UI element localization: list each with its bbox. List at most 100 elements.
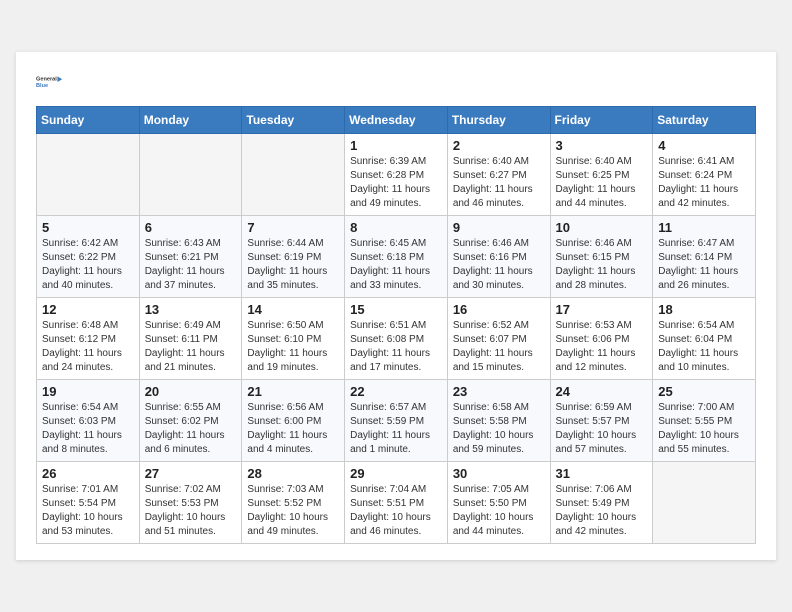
calendar-container: GeneralBlue SundayMondayTuesdayWednesday…: [16, 52, 776, 560]
weekday-header-wednesday: Wednesday: [345, 107, 448, 134]
calendar-cell: [37, 134, 140, 216]
calendar-cell: 17 Sunrise: 6:53 AM Sunset: 6:06 PM Dayli…: [550, 298, 653, 380]
calendar-cell: 25 Sunrise: 7:00 AM Sunset: 5:55 PM Dayli…: [653, 380, 756, 462]
day-number: 5: [42, 220, 134, 235]
logo-icon: GeneralBlue: [36, 68, 64, 96]
calendar-cell: 8Sunrise: 6:45 AM Sunset: 6:18 PM Daylig…: [345, 216, 448, 298]
day-number: 26: [42, 466, 134, 481]
day-number: 12: [42, 302, 134, 317]
calendar-cell: 18 Sunrise: 6:54 AM Sunset: 6:04 PM Dayli…: [653, 298, 756, 380]
calendar-cell: 23 Sunrise: 6:58 AM Sunset: 5:58 PM Dayli…: [447, 380, 550, 462]
calendar-cell: 13 Sunrise: 6:49 AM Sunset: 6:11 PM Dayli…: [139, 298, 242, 380]
weekday-header-saturday: Saturday: [653, 107, 756, 134]
calendar-cell: 26 Sunrise: 7:01 AM Sunset: 5:54 PM Dayli…: [37, 462, 140, 544]
day-info: Sunrise: 7:01 AM Sunset: 5:54 PM Dayligh…: [42, 483, 134, 539]
day-number: 28: [247, 466, 339, 481]
weekday-header-thursday: Thursday: [447, 107, 550, 134]
week-row-2: 5Sunrise: 6:42 AM Sunset: 6:22 PM Daylig…: [37, 216, 756, 298]
day-number: 3: [556, 138, 648, 153]
calendar-cell: 24 Sunrise: 6:59 AM Sunset: 5:57 PM Dayli…: [550, 380, 653, 462]
day-info: Sunrise: 6:59 AM Sunset: 5:57 PM Dayligh…: [556, 401, 648, 457]
weekday-header-row: SundayMondayTuesdayWednesdayThursdayFrid…: [37, 107, 756, 134]
day-info: Sunrise: 6:39 AM Sunset: 6:28 PM Dayligh…: [350, 155, 442, 211]
calendar-cell: 3 Sunrise: 6:40 AM Sunset: 6:25 PM Daylig…: [550, 134, 653, 216]
calendar-cell: 14 Sunrise: 6:50 AM Sunset: 6:10 PM Dayli…: [242, 298, 345, 380]
day-number: 7: [247, 220, 339, 235]
day-info: Sunrise: 6:43 AM Sunset: 6:21 PM Dayligh…: [145, 237, 237, 293]
day-info: Sunrise: 6:49 AM Sunset: 6:11 PM Dayligh…: [145, 319, 237, 375]
day-info: Sunrise: 6:48 AM Sunset: 6:12 PM Dayligh…: [42, 319, 134, 375]
calendar-cell: 21Sunrise: 6:56 AM Sunset: 6:00 PM Dayli…: [242, 380, 345, 462]
svg-text:Blue: Blue: [36, 83, 48, 89]
day-info: Sunrise: 6:55 AM Sunset: 6:02 PM Dayligh…: [145, 401, 237, 457]
day-number: 19: [42, 384, 134, 399]
day-info: Sunrise: 6:40 AM Sunset: 6:27 PM Dayligh…: [453, 155, 545, 211]
day-number: 15: [350, 302, 442, 317]
day-info: Sunrise: 6:53 AM Sunset: 6:06 PM Dayligh…: [556, 319, 648, 375]
week-row-5: 26 Sunrise: 7:01 AM Sunset: 5:54 PM Dayli…: [37, 462, 756, 544]
calendar-cell: 11 Sunrise: 6:47 AM Sunset: 6:14 PM Dayli…: [653, 216, 756, 298]
calendar-cell: 31 Sunrise: 7:06 AM Sunset: 5:49 PM Dayli…: [550, 462, 653, 544]
day-number: 11: [658, 220, 750, 235]
day-number: 23: [453, 384, 545, 399]
day-number: 9: [453, 220, 545, 235]
week-row-3: 12 Sunrise: 6:48 AM Sunset: 6:12 PM Dayli…: [37, 298, 756, 380]
calendar-cell: 22 Sunrise: 6:57 AM Sunset: 5:59 PM Dayli…: [345, 380, 448, 462]
day-number: 16: [453, 302, 545, 317]
day-number: 22: [350, 384, 442, 399]
day-info: Sunrise: 6:44 AM Sunset: 6:19 PM Dayligh…: [247, 237, 339, 293]
day-number: 31: [556, 466, 648, 481]
day-number: 14: [247, 302, 339, 317]
calendar-cell: 27Sunrise: 7:02 AM Sunset: 5:53 PM Dayli…: [139, 462, 242, 544]
day-info: Sunrise: 7:00 AM Sunset: 5:55 PM Dayligh…: [658, 401, 750, 457]
day-info: Sunrise: 6:45 AM Sunset: 6:18 PM Dayligh…: [350, 237, 442, 293]
day-info: Sunrise: 6:40 AM Sunset: 6:25 PM Dayligh…: [556, 155, 648, 211]
day-info: Sunrise: 6:54 AM Sunset: 6:03 PM Dayligh…: [42, 401, 134, 457]
calendar-cell: 5Sunrise: 6:42 AM Sunset: 6:22 PM Daylig…: [37, 216, 140, 298]
day-info: Sunrise: 6:58 AM Sunset: 5:58 PM Dayligh…: [453, 401, 545, 457]
day-info: Sunrise: 7:06 AM Sunset: 5:49 PM Dayligh…: [556, 483, 648, 539]
calendar-cell: 15Sunrise: 6:51 AM Sunset: 6:08 PM Dayli…: [345, 298, 448, 380]
weekday-header-friday: Friday: [550, 107, 653, 134]
weekday-header-monday: Monday: [139, 107, 242, 134]
day-info: Sunrise: 6:54 AM Sunset: 6:04 PM Dayligh…: [658, 319, 750, 375]
day-number: 13: [145, 302, 237, 317]
weekday-header-sunday: Sunday: [37, 107, 140, 134]
calendar-cell: 20 Sunrise: 6:55 AM Sunset: 6:02 PM Dayli…: [139, 380, 242, 462]
day-info: Sunrise: 6:50 AM Sunset: 6:10 PM Dayligh…: [247, 319, 339, 375]
day-info: Sunrise: 7:02 AM Sunset: 5:53 PM Dayligh…: [145, 483, 237, 539]
calendar-cell: 29Sunrise: 7:04 AM Sunset: 5:51 PM Dayli…: [345, 462, 448, 544]
day-number: 4: [658, 138, 750, 153]
day-info: Sunrise: 6:46 AM Sunset: 6:15 PM Dayligh…: [556, 237, 648, 293]
calendar-cell: 28 Sunrise: 7:03 AM Sunset: 5:52 PM Dayli…: [242, 462, 345, 544]
day-number: 25: [658, 384, 750, 399]
week-row-4: 19 Sunrise: 6:54 AM Sunset: 6:03 PM Dayli…: [37, 380, 756, 462]
day-number: 10: [556, 220, 648, 235]
day-info: Sunrise: 6:57 AM Sunset: 5:59 PM Dayligh…: [350, 401, 442, 457]
week-row-1: 1Sunrise: 6:39 AM Sunset: 6:28 PM Daylig…: [37, 134, 756, 216]
calendar-cell: 2 Sunrise: 6:40 AM Sunset: 6:27 PM Daylig…: [447, 134, 550, 216]
day-info: Sunrise: 7:05 AM Sunset: 5:50 PM Dayligh…: [453, 483, 545, 539]
calendar-cell: 4Sunrise: 6:41 AM Sunset: 6:24 PM Daylig…: [653, 134, 756, 216]
day-number: 18: [658, 302, 750, 317]
day-info: Sunrise: 7:03 AM Sunset: 5:52 PM Dayligh…: [247, 483, 339, 539]
day-info: Sunrise: 6:52 AM Sunset: 6:07 PM Dayligh…: [453, 319, 545, 375]
day-info: Sunrise: 7:04 AM Sunset: 5:51 PM Dayligh…: [350, 483, 442, 539]
calendar-header: GeneralBlue: [36, 68, 756, 96]
day-number: 6: [145, 220, 237, 235]
day-number: 30: [453, 466, 545, 481]
calendar-cell: 19 Sunrise: 6:54 AM Sunset: 6:03 PM Dayli…: [37, 380, 140, 462]
day-number: 24: [556, 384, 648, 399]
calendar-cell: 30 Sunrise: 7:05 AM Sunset: 5:50 PM Dayli…: [447, 462, 550, 544]
weekday-header-tuesday: Tuesday: [242, 107, 345, 134]
calendar-cell: [653, 462, 756, 544]
day-number: 2: [453, 138, 545, 153]
day-number: 20: [145, 384, 237, 399]
day-info: Sunrise: 6:46 AM Sunset: 6:16 PM Dayligh…: [453, 237, 545, 293]
day-info: Sunrise: 6:47 AM Sunset: 6:14 PM Dayligh…: [658, 237, 750, 293]
day-number: 17: [556, 302, 648, 317]
calendar-cell: [139, 134, 242, 216]
calendar-cell: 16 Sunrise: 6:52 AM Sunset: 6:07 PM Dayli…: [447, 298, 550, 380]
day-info: Sunrise: 6:56 AM Sunset: 6:00 PM Dayligh…: [247, 401, 339, 457]
logo: GeneralBlue: [36, 68, 64, 96]
